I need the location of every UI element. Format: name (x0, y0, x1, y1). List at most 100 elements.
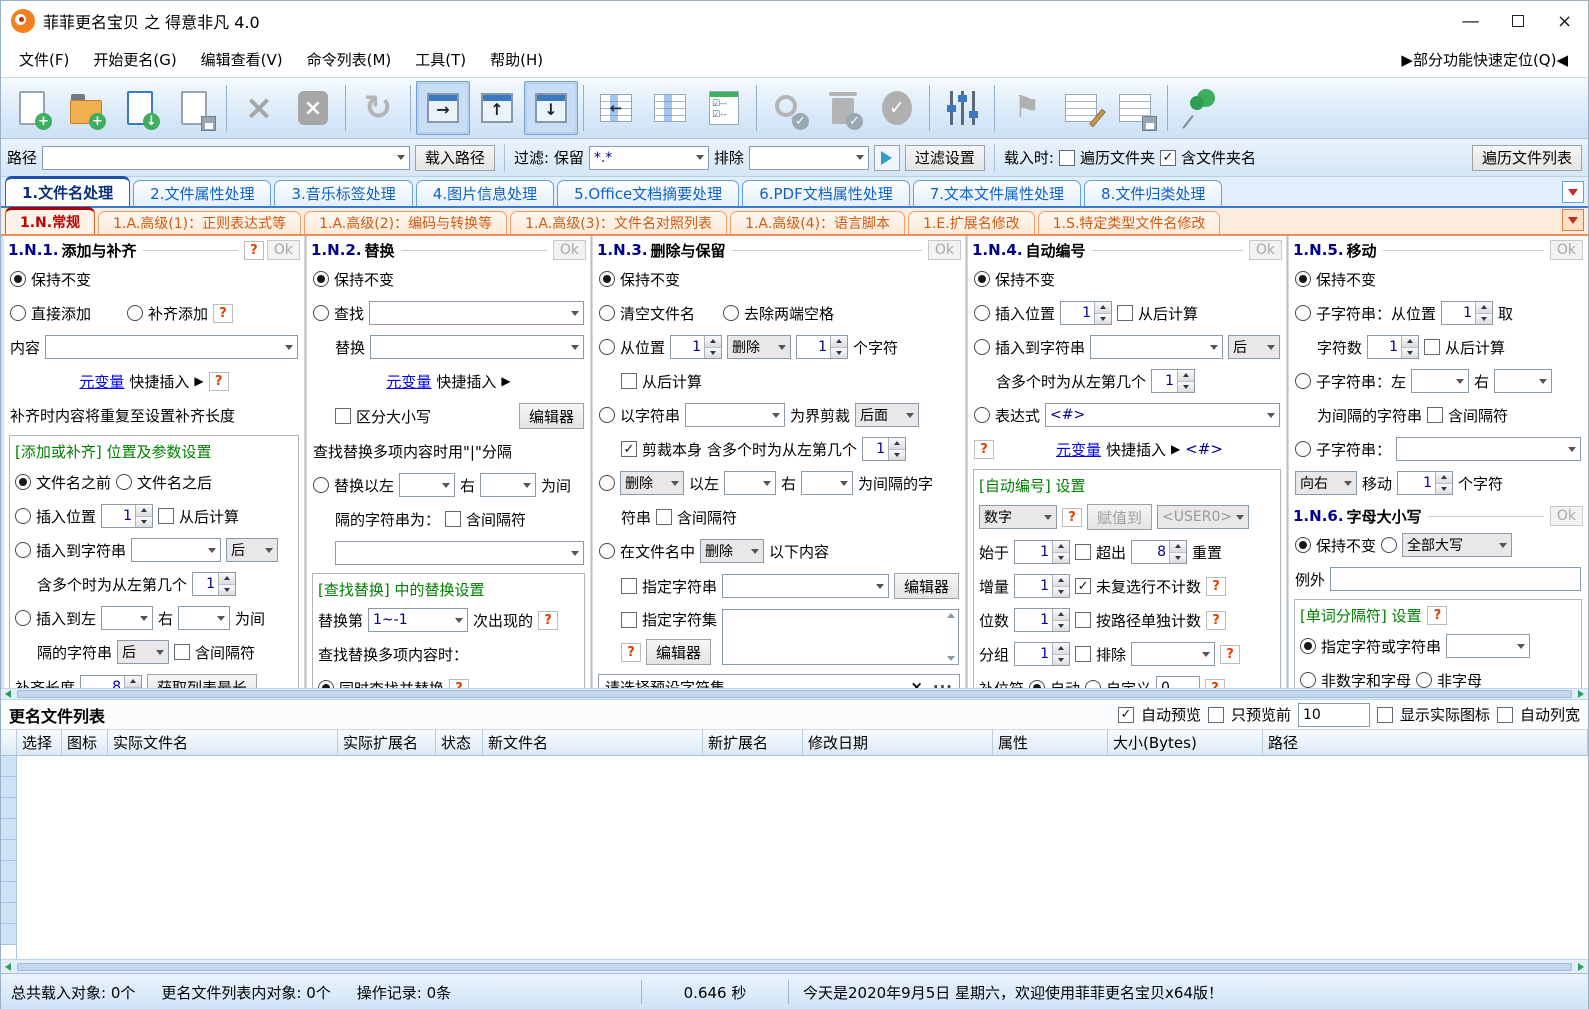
nth-spinner[interactable]: 1 (862, 437, 907, 461)
user-var-combo[interactable]: <USER0> (1157, 505, 1250, 529)
left-sep-combo[interactable] (1411, 369, 1470, 393)
column-new-filename[interactable]: 新文件名 (483, 730, 703, 755)
pad-custom-input[interactable] (1156, 676, 1201, 688)
insert-string-combo[interactable] (1090, 335, 1223, 359)
insert-pos-radio[interactable] (15, 508, 31, 524)
tab-file-classify[interactable]: 8.文件归类处理 (1084, 180, 1223, 206)
help-button[interactable]: ? (974, 439, 994, 459)
non-alnum-radio[interactable] (1300, 672, 1316, 688)
from-end-checkbox[interactable] (1424, 339, 1441, 355)
delete-mode-combo[interactable]: 删除 (700, 539, 765, 563)
meta-variable-link[interactable]: 元变量 (1056, 439, 1101, 460)
meta-variable-link[interactable]: 元变量 (386, 371, 431, 392)
spec-char-radio[interactable] (1300, 638, 1316, 654)
ok-button[interactable]: Ok (1549, 506, 1583, 526)
editor-button[interactable]: 编辑器 (518, 403, 584, 429)
subtab-extension[interactable]: 1.E.扩展名修改 (908, 211, 1035, 234)
tab-music-tag[interactable]: 3.音乐标签处理 (274, 180, 413, 206)
spec-string-combo[interactable] (722, 574, 889, 598)
before-name-radio[interactable] (15, 474, 31, 490)
scroll-left-arrow[interactable] (1, 689, 15, 699)
help-button[interactable]: ? (538, 610, 559, 630)
maximize-button[interactable] (1494, 2, 1541, 40)
delete-checked-button[interactable]: ✓ (816, 81, 870, 135)
trim-spaces-radio[interactable] (723, 305, 740, 321)
column-real-extension[interactable]: 实际扩展名 (338, 730, 436, 755)
panels-horizontal-scrollbar[interactable] (1, 688, 1588, 700)
column-attributes[interactable]: 属性 (993, 730, 1108, 755)
nth-spinner[interactable]: 1 (192, 572, 237, 596)
direction-combo[interactable]: 向右 (1295, 471, 1357, 495)
column-select[interactable]: 选择 (17, 730, 62, 755)
by-string-radio[interactable] (599, 407, 615, 423)
meta-variable-link[interactable]: 元变量 (79, 371, 124, 392)
left-sep-combo[interactable] (724, 471, 777, 495)
keep-unchanged-radio[interactable] (10, 271, 26, 287)
start-spinner[interactable]: 1 (1014, 540, 1071, 564)
minimize-button[interactable]: — (1447, 2, 1494, 40)
load-path-button[interactable]: 载入路径 (415, 144, 496, 171)
show-real-icons-checkbox[interactable] (1376, 706, 1393, 723)
save-list-button[interactable] (167, 81, 221, 135)
left-sep-combo[interactable] (101, 606, 154, 630)
tab-file-attribute[interactable]: 2.文件属性处理 (133, 180, 272, 206)
settings-button[interactable] (935, 81, 989, 135)
menu-tools[interactable]: 工具(T) (403, 45, 478, 74)
include-folder-name-checkbox[interactable]: ✓ (1159, 149, 1176, 166)
pad-length-spinner[interactable]: 8 (80, 675, 143, 688)
substring-combo[interactable] (1396, 437, 1581, 461)
char-count-spinner[interactable]: 1 (1367, 335, 1420, 359)
include-sep-checkbox[interactable] (1427, 407, 1444, 423)
traverse-folders-checkbox[interactable] (1058, 149, 1075, 166)
clear-list-button[interactable]: × (286, 81, 340, 135)
main-tab-overflow-button[interactable] (1562, 181, 1584, 203)
find-combo[interactable] (369, 301, 584, 325)
spec-string-checkbox[interactable] (621, 578, 637, 594)
insert-to-string-radio[interactable] (15, 542, 31, 558)
tab-pdf-attribute[interactable]: 6.PDF文档属性处理 (742, 180, 910, 206)
auto-column-width-checkbox[interactable] (1496, 706, 1513, 723)
preview-check-button[interactable]: ✓ (762, 81, 816, 135)
editor-button[interactable]: 编辑器 (893, 573, 959, 599)
keep-unchanged-radio[interactable] (1295, 537, 1311, 553)
preview-first-checkbox[interactable] (1207, 706, 1224, 723)
assign-to-button[interactable]: 赋值到 (1087, 504, 1153, 530)
charset-checkbox[interactable] (621, 611, 637, 628)
right-sep-combo[interactable] (1494, 369, 1553, 393)
editor-button[interactable]: 编辑器 (646, 639, 712, 665)
insert-string-combo[interactable] (131, 538, 222, 562)
subtab-normal[interactable]: 1.N.常规 (5, 207, 96, 234)
ok-button[interactable]: Ok (1248, 240, 1282, 260)
direct-add-radio[interactable] (10, 305, 26, 321)
help-button[interactable]: ? (1206, 610, 1227, 630)
ok-button[interactable]: Ok (927, 240, 961, 260)
simultaneous-radio[interactable] (318, 680, 334, 688)
save-layout-button[interactable] (1108, 81, 1162, 135)
delete-between-radio[interactable] (599, 475, 615, 491)
menu-help[interactable]: 帮助(H) (478, 45, 555, 74)
keep-unchanged-radio[interactable] (599, 271, 615, 287)
menu-file[interactable]: 文件(F) (7, 45, 81, 74)
pos-spinner[interactable]: 1 (670, 335, 723, 359)
after-name-radio[interactable] (116, 474, 133, 490)
delete-mode-combo[interactable]: 删除 (620, 471, 684, 495)
exception-input[interactable] (1330, 567, 1581, 591)
file-list-body[interactable] (1, 756, 1588, 959)
help-button[interactable]: ? (1220, 644, 1241, 664)
help-button[interactable]: ? (243, 240, 264, 260)
tab-filename-processing[interactable]: 1.文件名处理 (5, 176, 131, 206)
expression-radio[interactable] (974, 407, 990, 423)
import-list-button[interactable]: ↓ (113, 81, 167, 135)
insert-pos-radio[interactable] (974, 305, 990, 321)
tab-image-info[interactable]: 4.图片信息处理 (415, 180, 555, 206)
preset-charset-bar[interactable]: 请选择预设字符集 × ··· (598, 674, 960, 688)
filter-keep-combo[interactable]: *.* (588, 145, 709, 170)
path-combo[interactable] (42, 145, 411, 170)
right-sep-combo[interactable] (178, 606, 231, 630)
preview-count-input[interactable] (1297, 702, 1370, 727)
per-path-checkbox[interactable] (1075, 612, 1092, 628)
new-file-button[interactable]: + (5, 81, 59, 135)
menu-command-list[interactable]: 命令列表(M) (295, 45, 404, 74)
tab-text-attribute[interactable]: 7.文本文件属性处理 (912, 180, 1082, 206)
column-options-button[interactable]: ☑-- ☑-- (697, 81, 751, 135)
